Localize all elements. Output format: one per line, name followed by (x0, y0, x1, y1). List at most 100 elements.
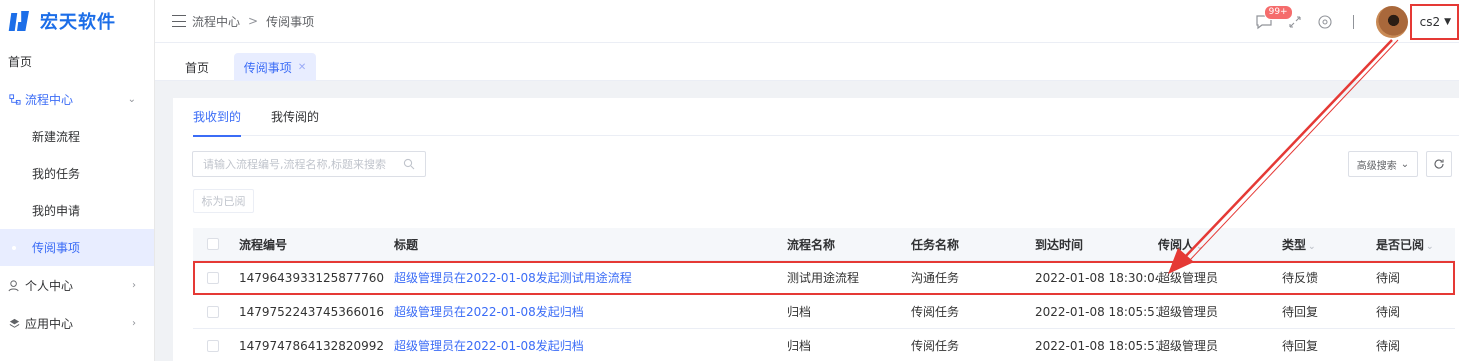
caret-down-icon: ▼ (1444, 16, 1451, 27)
sidebar-item-my-requests[interactable]: 我的申请 (0, 192, 154, 229)
subtab-received[interactable]: 我收到的 (193, 98, 242, 137)
row-checkbox-cell (193, 305, 239, 318)
mark-read-button[interactable]: 标为已阅 (193, 189, 254, 213)
cell-task: 沟通任务 (911, 271, 960, 285)
col-header-read[interactable]: 是否已阅 ⌄ (1376, 236, 1455, 253)
cell-title-link[interactable]: 超级管理员在2022-01-08发起测试用途流程 (394, 269, 787, 286)
message-badge: 99+ (1263, 4, 1293, 20)
tab-circulated[interactable]: 传阅事项 ✕ (234, 53, 316, 81)
active-dot (12, 245, 16, 250)
col-header-sender[interactable]: 传阅人 ⌄ (1158, 236, 1282, 253)
message-icon[interactable]: 99+ (1255, 4, 1293, 30)
user-icon (8, 279, 19, 291)
cell-title-link[interactable]: 超级管理员在2022-01-08发起归档 (394, 303, 787, 320)
col-header: 传阅人 (1158, 237, 1195, 252)
filter-icon: ⌄ (1196, 241, 1204, 252)
table-row[interactable]: 1479747864132820992 超级管理员在2022-01-08发起归档… (193, 329, 1455, 361)
breadcrumb-item[interactable]: 流程中心 (192, 13, 240, 30)
flow-icon (9, 93, 21, 105)
search-icon[interactable] (403, 158, 415, 170)
sidebar-item-label: 我的任务 (32, 167, 81, 181)
tab-home[interactable]: 首页 (185, 53, 209, 81)
sidebar-group-flow-center[interactable]: 流程中心 ⌄ (0, 80, 154, 118)
cell-title-link[interactable]: 超级管理员在2022-01-08发起归档 (394, 337, 787, 354)
sidebar: 宏天软件 首页 流程中心 ⌄ 新建流程 我的任务 我的申请 传阅事项 个人中心 … (0, 0, 155, 361)
content-card: 我收到的 我传阅的 标为已阅 高级搜索 ⌄ 流程编号 标题 流程名称 任务名称 … (173, 98, 1459, 361)
breadcrumb-item: 传阅事项 (266, 14, 315, 29)
cell-id: 1479747864132820992 (239, 338, 385, 353)
page-tabs: 首页 传阅事项 ✕ (155, 43, 1459, 81)
subtabs: 我收到的 我传阅的 (193, 98, 1459, 137)
sidebar-item-label: 我的申请 (32, 204, 81, 218)
cell-task: 传阅任务 (911, 305, 960, 319)
sidebar-item-label: 首页 (8, 54, 33, 69)
cell-flow: 归档 (787, 305, 812, 319)
header-checkbox-cell (193, 238, 239, 250)
filter-icon: ⌄ (1308, 241, 1316, 252)
sidebar-group-app-center[interactable]: 应用中心 › (0, 304, 154, 342)
row-checkbox[interactable] (207, 339, 219, 352)
brand-logo-icon (8, 11, 30, 31)
row-checkbox[interactable] (207, 271, 219, 284)
layers-icon (9, 318, 20, 328)
cell-read: 待阅 (1376, 271, 1401, 285)
brand-name: 宏天软件 (40, 12, 116, 33)
sidebar-group-label: 流程中心 (25, 92, 74, 107)
sidebar-item-new-flow[interactable]: 新建流程 (0, 118, 154, 155)
sidebar-group-personal-center[interactable]: 个人中心 › (0, 266, 154, 304)
select-all-checkbox[interactable] (207, 238, 219, 250)
breadcrumb: 流程中心 > 传阅事项 (192, 13, 314, 30)
table-row[interactable]: 1479643933125877760 超级管理员在2022-01-08发起测试… (193, 261, 1455, 295)
sidebar-item-label: 传阅事项 (32, 241, 81, 255)
sidebar-item-label: 新建流程 (32, 130, 81, 144)
user-menu[interactable]: cs2 ▼ (1409, 3, 1459, 40)
cell-time: 2022-01-08 18:05:51 (1035, 304, 1158, 319)
avatar[interactable] (1375, 5, 1408, 38)
sidebar-group-label: 个人中心 (25, 278, 74, 293)
sidebar-item-home[interactable]: 首页 (0, 42, 154, 80)
advanced-search-label: 高级搜索 (1356, 160, 1397, 172)
chevron-right-icon: › (132, 279, 136, 291)
advanced-search-button[interactable]: 高级搜索 ⌄ (1348, 151, 1418, 177)
refresh-button[interactable] (1426, 151, 1452, 177)
sidebar-item-my-tasks[interactable]: 我的任务 (0, 155, 154, 192)
menu-fold-icon[interactable] (172, 15, 186, 27)
col-header: 类型 (1282, 237, 1307, 252)
col-header-type[interactable]: 类型 ⌄ (1282, 236, 1376, 253)
search-box (192, 151, 426, 177)
table-header: 流程编号 标题 流程名称 任务名称 到达时间 传阅人 ⌄ 类型 ⌄ 是否已阅 ⌄ (193, 228, 1455, 261)
search-input[interactable] (203, 157, 393, 171)
table-row[interactable]: 1479752243745366016 超级管理员在2022-01-08发起归档… (193, 295, 1455, 329)
header-divider (1352, 14, 1354, 29)
username: cs2 (1419, 14, 1441, 29)
cell-sender: 超级管理员 (1158, 271, 1219, 285)
data-table: 流程编号 标题 流程名称 任务名称 到达时间 传阅人 ⌄ 类型 ⌄ 是否已阅 ⌄ 14… (193, 228, 1455, 361)
theme-icon[interactable] (1317, 14, 1333, 30)
cell-type: 待反馈 (1282, 271, 1319, 285)
chevron-right-icon: › (132, 317, 136, 329)
cell-read: 待阅 (1376, 339, 1401, 353)
cell-time: 2022-01-08 18:05:51 (1035, 338, 1158, 353)
col-header: 流程编号 (239, 237, 288, 252)
cell-flow: 测试用途流程 (787, 271, 860, 285)
cell-type: 待回复 (1282, 305, 1319, 319)
tab-label: 传阅事项 (243, 60, 292, 75)
chevron-down-icon: ⌄ (127, 93, 136, 105)
sidebar-group-label: 应用中心 (25, 316, 74, 331)
subtab-sent[interactable]: 我传阅的 (271, 98, 319, 136)
top-header: 流程中心 > 传阅事项 99+ cs2 ▼ (155, 0, 1459, 43)
brand: 宏天软件 (0, 0, 154, 42)
sidebar-item-circulated[interactable]: 传阅事项 (0, 229, 154, 266)
cell-id: 1479643933125877760 (239, 270, 385, 285)
row-checkbox[interactable] (207, 305, 219, 318)
col-header: 任务名称 (911, 237, 960, 252)
cell-type: 待回复 (1282, 339, 1319, 353)
refresh-icon (1434, 159, 1444, 169)
col-header: 标题 (394, 237, 419, 252)
close-icon[interactable]: ✕ (298, 62, 306, 73)
col-header: 是否已阅 (1376, 237, 1425, 252)
row-checkbox-cell (193, 271, 239, 284)
cell-read: 待阅 (1376, 305, 1401, 319)
cell-id: 1479752243745366016 (239, 304, 385, 319)
cell-sender: 超级管理员 (1158, 305, 1219, 319)
